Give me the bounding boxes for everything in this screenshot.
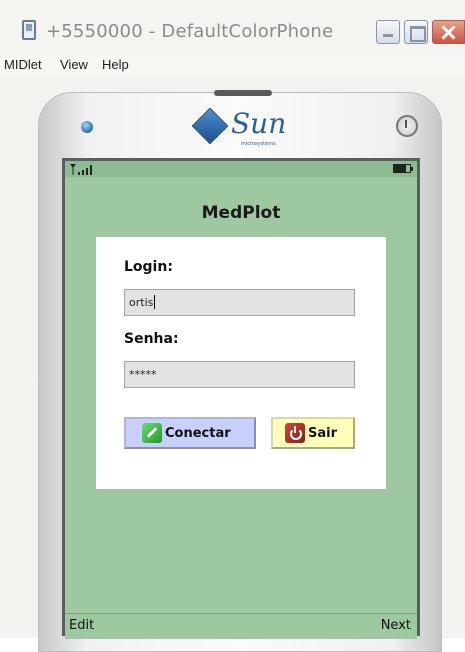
status-bar	[65, 161, 417, 177]
title-bar[interactable]: +5550000 - DefaultColorPhone	[0, 0, 465, 50]
app-window-icon	[22, 20, 36, 40]
softkey-bar: Edit Next	[65, 613, 417, 639]
password-label: Senha:	[124, 331, 179, 347]
text-caret	[154, 294, 156, 309]
phone-screen: MedPlot Login: ortis Senha: ***** Conect…	[62, 158, 420, 639]
connect-button[interactable]: Conectar	[124, 417, 256, 449]
exit-button-label: Sair	[308, 425, 338, 441]
exit-button[interactable]: Sair	[271, 417, 355, 449]
maximize-icon[interactable]	[404, 20, 428, 44]
power-off-icon	[285, 423, 305, 443]
password-input[interactable]: *****	[124, 361, 355, 388]
password-value: *****	[129, 368, 157, 381]
phone-speaker	[214, 90, 272, 96]
power-icon[interactable]	[396, 115, 418, 137]
softkey-next[interactable]: Next	[381, 618, 411, 633]
connect-button-label: Conectar	[165, 425, 231, 441]
brand-logo-text: Sun	[231, 107, 287, 140]
login-form: Login: ortis Senha: ***** Conectar Sair	[96, 237, 386, 489]
login-value: ortis	[129, 296, 154, 309]
led-icon	[81, 121, 93, 133]
login-label: Login:	[124, 259, 173, 275]
window-title: +5550000 - DefaultColorPhone	[46, 21, 334, 42]
minimize-icon[interactable]	[376, 20, 400, 44]
login-input[interactable]: ortis	[124, 289, 355, 316]
emulator-window: +5550000 - DefaultColorPhone MIDlet View…	[0, 0, 465, 652]
softkey-edit[interactable]: Edit	[69, 618, 94, 633]
brand-sub-text: microsystems	[241, 141, 276, 147]
key-icon	[142, 423, 162, 443]
menu-midlet[interactable]: MIDlet	[4, 57, 42, 72]
menu-view[interactable]: View	[60, 57, 88, 72]
menu-help[interactable]: Help	[102, 57, 129, 72]
app-title: MedPlot	[201, 203, 281, 223]
close-icon[interactable]	[432, 20, 465, 44]
sun-diamond-icon	[191, 107, 229, 145]
signal-icon	[70, 164, 92, 175]
sun-logo: Sun microsystems	[191, 107, 307, 151]
battery-icon	[393, 164, 413, 173]
menu-bar: MIDlet View Help	[0, 52, 465, 78]
